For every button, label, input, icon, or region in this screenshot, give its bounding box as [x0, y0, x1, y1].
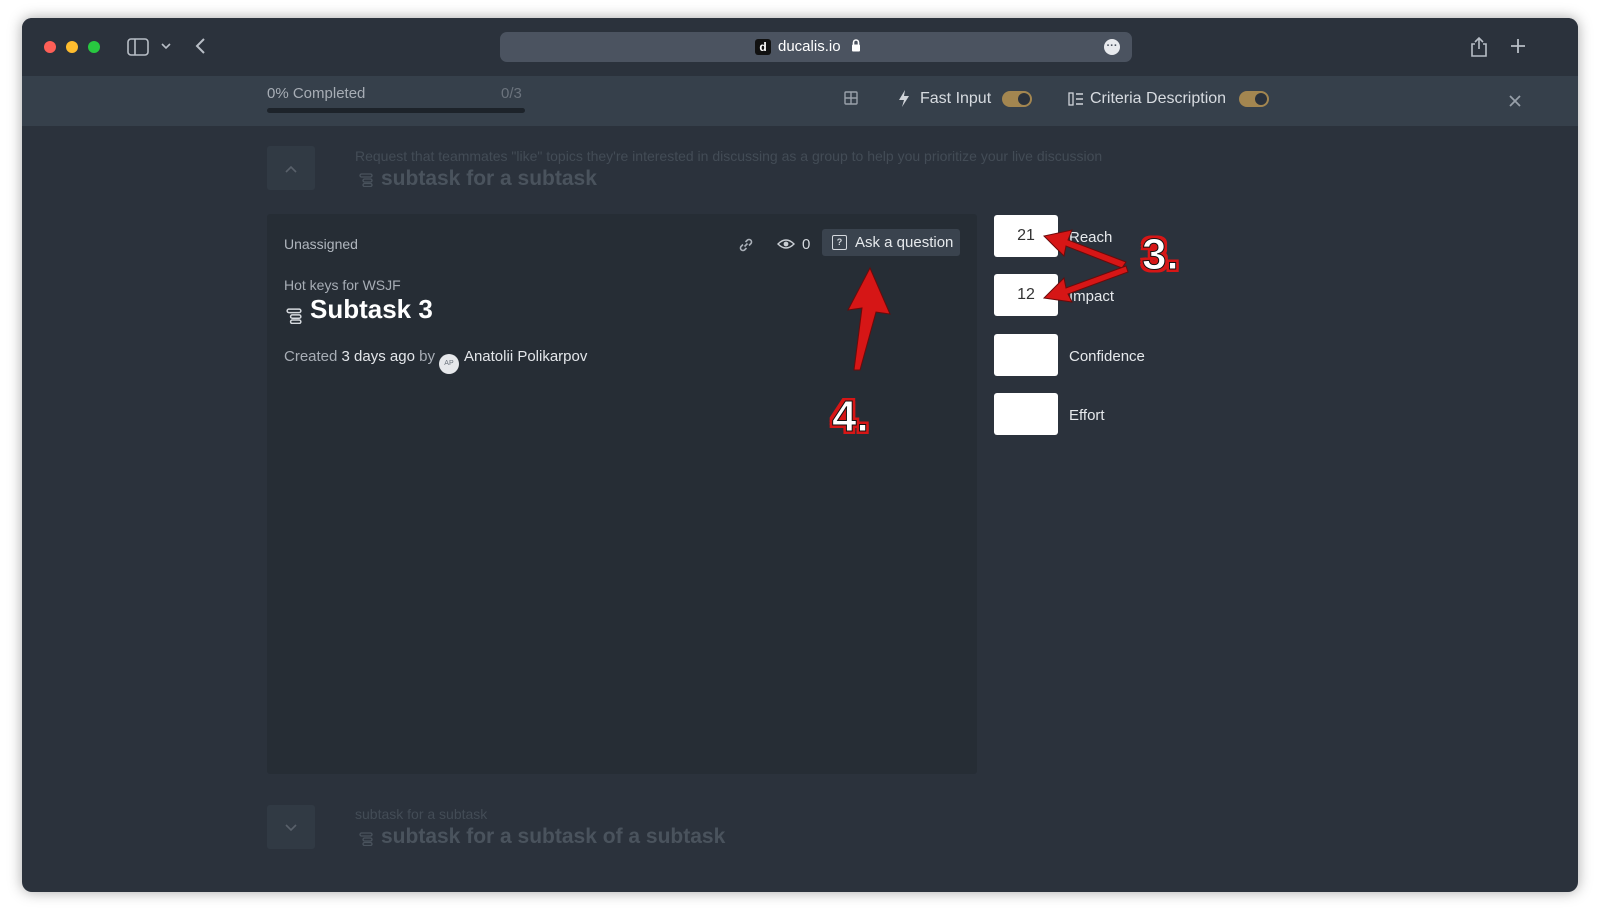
annotation-arrows: [847, 229, 1129, 371]
annotation-step-3: 3.: [1142, 230, 1180, 280]
browser-window: d ducalis.io ··· 0% Completed 0/3 Fast I…: [22, 18, 1578, 892]
annotation-step-4: 4.: [832, 392, 870, 442]
